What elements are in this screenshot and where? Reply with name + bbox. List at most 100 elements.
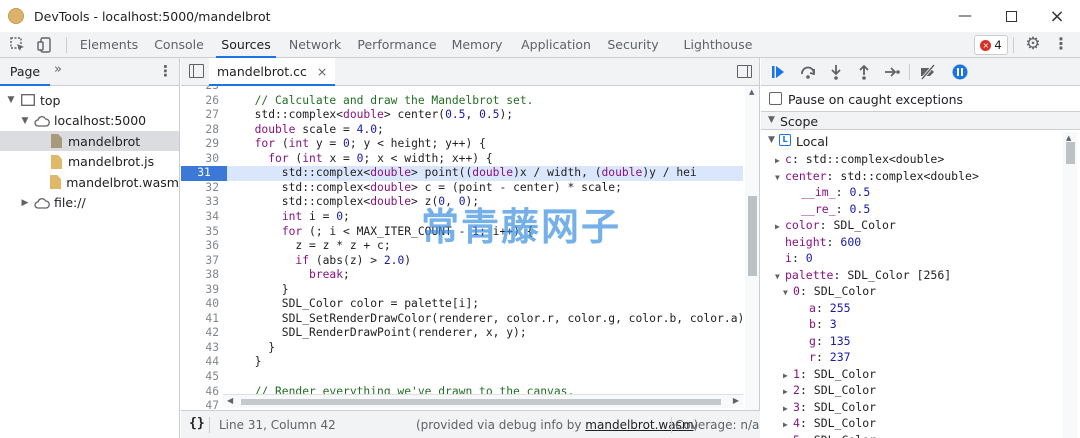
line-number[interactable]: 46: [181, 385, 219, 400]
editor-vertical-scrollbar[interactable]: ▲: [745, 86, 759, 410]
step-out-icon[interactable]: [855, 63, 873, 81]
close-tab-icon[interactable]: ×: [317, 64, 327, 79]
code-line[interactable]: 40 SDL_Color color = palette[i];: [181, 297, 743, 312]
tab-performance[interactable]: Performance: [354, 32, 440, 58]
expand-down-icon[interactable]: ▼: [783, 285, 793, 302]
tab-page[interactable]: Page: [0, 58, 50, 86]
scope-variable[interactable]: ▼ 0: SDL_Color: [783, 283, 876, 300]
code-line[interactable]: 26 // Calculate and draw the Mandelbrot …: [181, 94, 743, 109]
expand-down-icon[interactable]: ▼: [775, 170, 785, 187]
navigator-menu-icon[interactable]: ⋮: [158, 62, 173, 80]
minimize-icon[interactable]: —: [942, 0, 988, 32]
line-number[interactable]: 29: [181, 137, 219, 152]
scope-variable[interactable]: ▶ color: SDL_Color: [775, 217, 896, 234]
toggle-navigator-icon[interactable]: [189, 64, 204, 78]
code-line[interactable]: 28 double scale = 4.0;: [181, 123, 743, 138]
pause-on-exceptions-icon[interactable]: [951, 63, 969, 81]
breakpoint-line[interactable]: 31 std::complex<double> point((double)x …: [181, 166, 743, 181]
line-number[interactable]: 32: [181, 181, 219, 196]
tree-item[interactable]: ▶ file://: [0, 193, 179, 213]
line-number[interactable]: 33: [181, 195, 219, 210]
tree-item[interactable]: mandelbrot.js: [0, 152, 179, 172]
line-number[interactable]: 25: [181, 86, 219, 94]
scope-variable[interactable]: i: 0: [775, 250, 813, 267]
code-line[interactable]: 43 }: [181, 341, 743, 356]
scope-variable[interactable]: b: 3: [799, 316, 837, 333]
scope-variable[interactable]: ▼ palette: SDL_Color [256]: [775, 267, 951, 284]
code-line[interactable]: 41 SDL_SetRenderDrawColor(renderer, colo…: [181, 312, 751, 327]
horizontal-scroll-thumb[interactable]: [241, 399, 721, 405]
scope-variable[interactable]: ▶ c: std::complex<double>: [775, 151, 944, 168]
scope-scroll-thumb[interactable]: [1066, 142, 1075, 164]
step-over-icon[interactable]: [799, 63, 817, 81]
expand-down-icon[interactable]: ▼: [6, 95, 16, 105]
toggle-debugger-icon[interactable]: [737, 65, 752, 78]
scope-section-header[interactable]: ▼ Scope: [761, 112, 1080, 130]
error-count-badge[interactable]: × 4: [974, 35, 1008, 55]
scope-variable[interactable]: __re_: 0.5: [791, 201, 870, 218]
local-scope-header[interactable]: ▼ L Local: [761, 132, 1061, 150]
file-tab-mandelbrot-cc[interactable]: mandelbrot.cc ×: [209, 58, 336, 86]
line-number[interactable]: 40: [181, 297, 219, 312]
scope-variable[interactable]: a: 255: [799, 300, 851, 317]
code-line[interactable]: 29 for (int y = 0; y < height; y++) {: [181, 137, 743, 152]
tab-application[interactable]: Application: [516, 32, 596, 58]
step-into-icon[interactable]: [827, 63, 845, 81]
line-number[interactable]: 38: [181, 268, 219, 283]
line-number[interactable]: 27: [181, 108, 219, 123]
editor-horizontal-scrollbar[interactable]: ◀ ▶: [223, 394, 743, 408]
more-options-icon[interactable]: ⋮: [1052, 34, 1070, 53]
tab-elements[interactable]: Elements: [75, 32, 143, 58]
tree-item[interactable]: mandelbrot: [0, 131, 179, 151]
code-line[interactable]: 25: [181, 86, 743, 94]
code-line[interactable]: 45: [181, 370, 743, 385]
scope-scrollbar[interactable]: ▲: [1063, 132, 1077, 438]
line-number[interactable]: 26: [181, 94, 219, 109]
scope-variable[interactable]: ▶5: SDL_Color: [783, 432, 876, 438]
scope-variable[interactable]: ▶ 1: SDL_Color: [783, 366, 876, 383]
code-line[interactable]: 42 SDL_RenderDrawPoint(renderer, x, y);: [181, 326, 743, 341]
line-number[interactable]: 30: [181, 152, 219, 167]
inspect-element-icon[interactable]: [9, 36, 27, 54]
line-number[interactable]: 39: [181, 283, 219, 298]
expand-down-icon[interactable]: ▼: [20, 116, 30, 126]
pause-caught-checkbox[interactable]: [769, 92, 782, 105]
tree-item[interactable]: mandelbrot.wasm: [0, 172, 179, 192]
scope-variable[interactable]: g: 135: [799, 333, 851, 350]
tree-item[interactable]: ▼ top: [0, 90, 179, 110]
code-line[interactable]: 44 }: [181, 355, 743, 370]
scope-variable[interactable]: ▶ 4: SDL_Color: [783, 415, 876, 432]
line-number[interactable]: 35: [181, 225, 219, 240]
scope-variable[interactable]: r: 237: [799, 349, 851, 366]
line-number[interactable]: 47: [181, 399, 219, 410]
line-number[interactable]: 28: [181, 123, 219, 138]
scope-variable[interactable]: __im_: 0.5: [791, 184, 870, 201]
close-window-icon[interactable]: ×: [1034, 0, 1080, 32]
step-icon[interactable]: [883, 63, 901, 81]
tree-item[interactable]: ▼ localhost:5000: [0, 111, 179, 131]
scope-variable[interactable]: height: 600: [775, 234, 861, 251]
line-number[interactable]: 44: [181, 355, 219, 370]
code-line[interactable]: 38 break;: [181, 268, 743, 283]
tab-memory[interactable]: Memory: [446, 32, 508, 58]
expand-right-icon[interactable]: ▶: [783, 434, 793, 438]
code-line[interactable]: 30 for (int x = 0; x < width; x++) {: [181, 152, 743, 167]
code-line[interactable]: 32 std::complex<double> c = (point - cen…: [181, 181, 743, 196]
scope-variable[interactable]: ▼ center: std::complex<double>: [775, 168, 979, 185]
maximize-icon[interactable]: [988, 0, 1034, 32]
line-number[interactable]: 42: [181, 326, 219, 341]
deactivate-breakpoints-icon[interactable]: [919, 63, 937, 81]
tab-sources[interactable]: Sources: [216, 32, 276, 58]
line-number[interactable]: 31: [181, 166, 227, 181]
code-line[interactable]: 39 }: [181, 283, 743, 298]
pretty-print-icon[interactable]: {}: [189, 416, 205, 431]
code-line[interactable]: 27 std::complex<double> center(0.5, 0.5)…: [181, 108, 743, 123]
line-number[interactable]: 37: [181, 254, 219, 269]
line-number[interactable]: 36: [181, 239, 219, 254]
settings-gear-icon[interactable]: ⚙: [1024, 34, 1042, 54]
device-toolbar-icon[interactable]: [36, 36, 54, 54]
tab-network[interactable]: Network: [282, 32, 348, 58]
line-number[interactable]: 43: [181, 341, 219, 356]
line-number[interactable]: 34: [181, 210, 219, 225]
tab-security[interactable]: Security: [604, 32, 662, 58]
